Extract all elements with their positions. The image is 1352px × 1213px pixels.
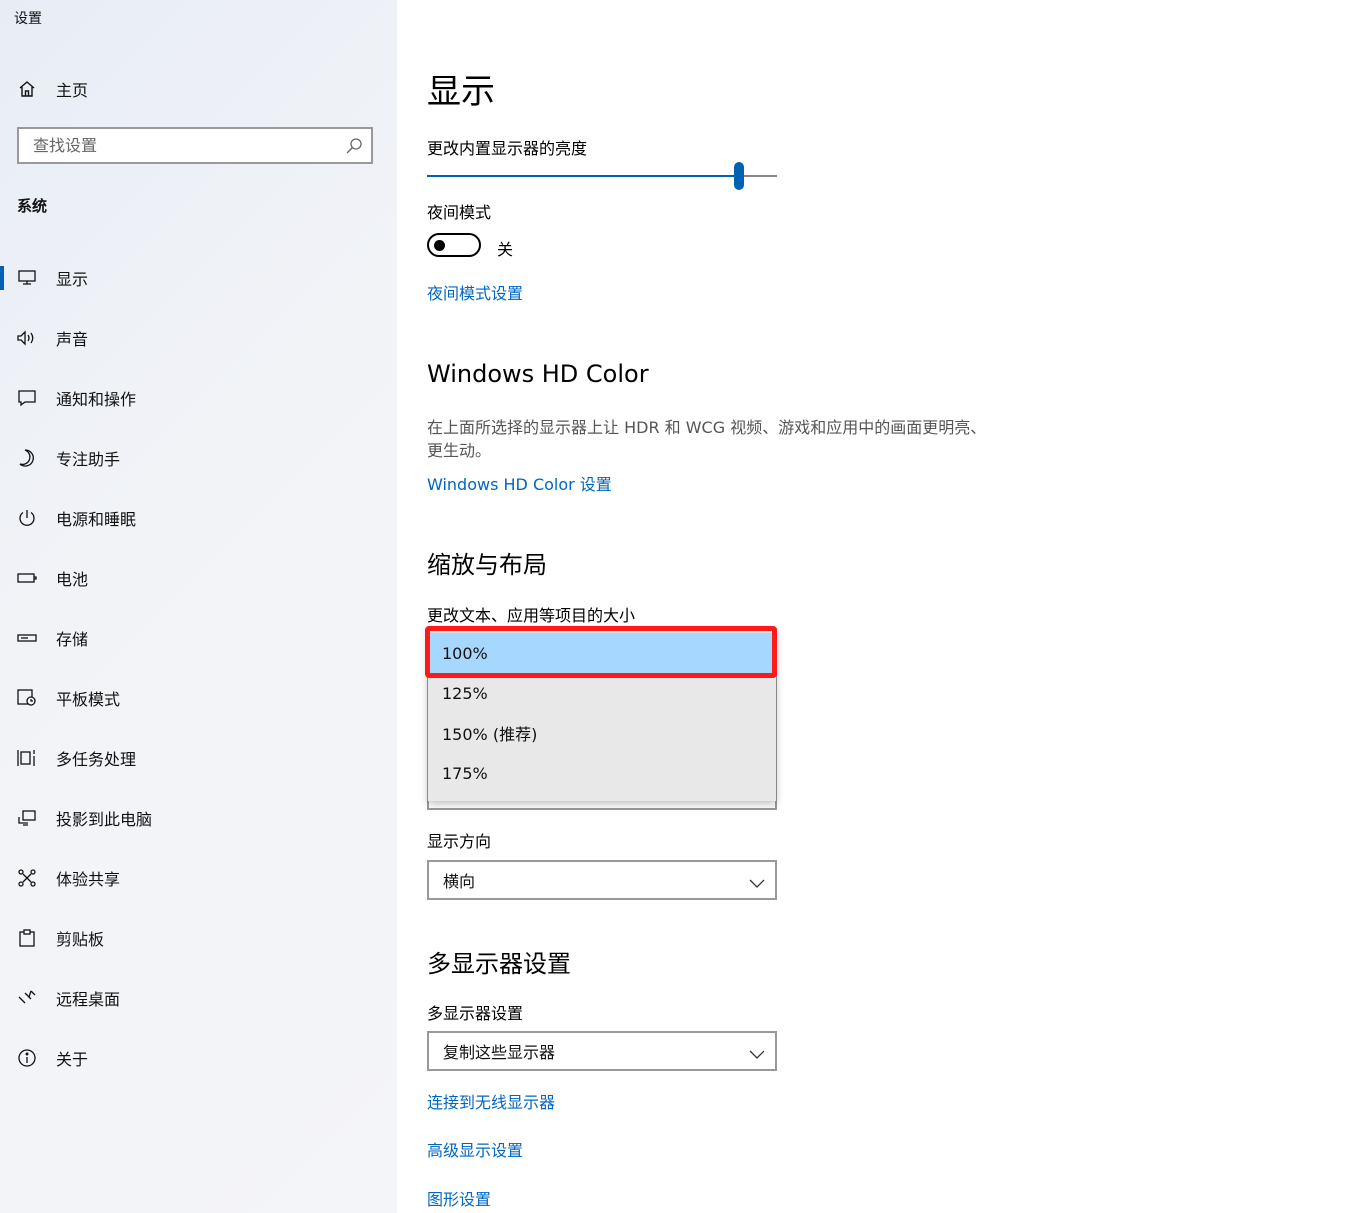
- sidebar-item-project[interactable]: 投影到此电脑: [0, 798, 397, 838]
- power-icon: [16, 507, 38, 529]
- sidebar-item-tablet-mode[interactable]: 平板模式: [0, 678, 397, 718]
- storage-icon: [16, 627, 38, 649]
- scale-dropdown-list: 100% 125% 150% (推荐) 175%: [428, 628, 776, 801]
- slider-track-rest: [739, 175, 777, 177]
- clipboard-icon: [16, 927, 38, 949]
- multi-display-select[interactable]: 复制这些显示器: [427, 1031, 777, 1071]
- search-icon[interactable]: [345, 137, 363, 155]
- multitask-icon: [16, 747, 38, 769]
- main-content: 显示 更改内置显示器的亮度 夜间模式 关 夜间模式设置 Windows HD C…: [397, 0, 1352, 1213]
- speaker-icon: [16, 327, 38, 349]
- app-title: 设置: [14, 11, 42, 27]
- section-label-system: 系统: [17, 197, 48, 215]
- chevron-down-icon: [749, 874, 765, 888]
- slider-thumb[interactable]: [734, 162, 744, 190]
- scale-option-100[interactable]: 100%: [428, 633, 776, 673]
- orientation-label: 显示方向: [427, 832, 492, 851]
- sidebar-item-clipboard[interactable]: 剪贴板: [0, 918, 397, 958]
- battery-icon: [16, 567, 38, 589]
- home-label: 主页: [56, 81, 89, 100]
- sidebar-item-label: 关于: [56, 1050, 89, 1069]
- night-mode-settings-link[interactable]: 夜间模式设置: [427, 280, 523, 304]
- sidebar-item-about[interactable]: 关于: [0, 1038, 397, 1078]
- sidebar-item-label: 电源和睡眠: [56, 510, 137, 529]
- sidebar-item-storage[interactable]: 存储: [0, 618, 397, 658]
- multi-display-value: 复制这些显示器: [443, 1043, 556, 1062]
- search-input[interactable]: [31, 135, 335, 156]
- night-mode-label: 夜间模式: [427, 203, 492, 222]
- page-title: 显示: [427, 72, 495, 112]
- brightness-slider[interactable]: [427, 162, 777, 190]
- sidebar-item-label: 通知和操作: [56, 390, 137, 409]
- slider-track-fill: [427, 175, 739, 177]
- sidebar-item-label: 声音: [56, 330, 89, 349]
- sidebar-item-focus-assist[interactable]: 专注助手: [0, 438, 397, 478]
- option-label: 100%: [442, 643, 488, 663]
- sidebar-item-remote-desktop[interactable]: 远程桌面: [0, 978, 397, 1018]
- tablet-icon: [16, 687, 38, 709]
- hd-color-description: 在上面所选择的显示器上让 HDR 和 WCG 视频、游戏和应用中的画面更明亮、更…: [427, 418, 987, 460]
- multi-display-label: 多显示器设置: [427, 1004, 524, 1023]
- advanced-display-settings-link[interactable]: 高级显示设置: [427, 1137, 523, 1161]
- share-icon: [16, 867, 38, 889]
- night-mode-state: 关: [497, 240, 514, 259]
- home-icon: [16, 78, 38, 100]
- monitor-icon: [16, 267, 38, 289]
- notification-icon: [16, 387, 38, 409]
- sidebar-item-multitasking[interactable]: 多任务处理: [0, 738, 397, 778]
- sidebar-item-label: 体验共享: [56, 870, 121, 889]
- option-label: 175%: [442, 763, 488, 783]
- option-label: 150% (推荐): [442, 725, 538, 744]
- remote-icon: [16, 987, 38, 1009]
- sidebar-item-battery[interactable]: 电池: [0, 558, 397, 598]
- graphics-settings-link[interactable]: 图形设置: [427, 1186, 491, 1210]
- night-mode-toggle[interactable]: [427, 233, 481, 257]
- sidebar-item-label: 投影到此电脑: [56, 810, 153, 829]
- option-label: 125%: [442, 683, 488, 703]
- scale-layout-title: 缩放与布局: [427, 551, 547, 579]
- sidebar-item-label: 多任务处理: [56, 750, 137, 769]
- orientation-value: 横向: [443, 872, 476, 891]
- sidebar-item-label: 远程桌面: [56, 990, 121, 1009]
- info-icon: [16, 1047, 38, 1069]
- search-box[interactable]: [17, 127, 373, 164]
- chevron-down-icon: [749, 1045, 765, 1059]
- sidebar-item-sound[interactable]: 声音: [0, 318, 397, 358]
- sidebar-item-label: 显示: [56, 270, 89, 289]
- toggle-knob: [434, 240, 445, 251]
- scale-option-175[interactable]: 175%: [428, 753, 776, 793]
- sidebar-item-label: 剪贴板: [56, 930, 105, 949]
- sidebar-item-label: 平板模式: [56, 690, 121, 709]
- project-icon: [16, 807, 38, 829]
- sidebar-item-label: 专注助手: [56, 450, 121, 469]
- hd-color-title: Windows HD Color: [427, 360, 649, 388]
- home-nav-item[interactable]: 主页: [0, 72, 397, 106]
- sidebar-item-display[interactable]: 显示: [0, 258, 397, 298]
- sidebar-item-shared-experiences[interactable]: 体验共享: [0, 858, 397, 898]
- moon-icon: [16, 447, 38, 469]
- sidebar-item-notifications[interactable]: 通知和操作: [0, 378, 397, 418]
- scale-label: 更改文本、应用等项目的大小: [427, 606, 636, 625]
- sidebar-item-label: 存储: [56, 630, 89, 649]
- sidebar-item-power[interactable]: 电源和睡眠: [0, 498, 397, 538]
- multi-display-title: 多显示器设置: [427, 950, 571, 978]
- connect-wireless-display-link[interactable]: 连接到无线显示器: [427, 1089, 555, 1113]
- brightness-label: 更改内置显示器的亮度: [427, 139, 588, 158]
- sidebar: 设置 主页 系统 显示 声音 通知和操作: [0, 0, 397, 1213]
- scale-option-125[interactable]: 125%: [428, 673, 776, 713]
- orientation-select[interactable]: 横向: [427, 860, 777, 900]
- hd-color-settings-link[interactable]: Windows HD Color 设置: [427, 471, 612, 495]
- sidebar-item-label: 电池: [56, 570, 89, 589]
- scale-option-150[interactable]: 150% (推荐): [428, 713, 776, 753]
